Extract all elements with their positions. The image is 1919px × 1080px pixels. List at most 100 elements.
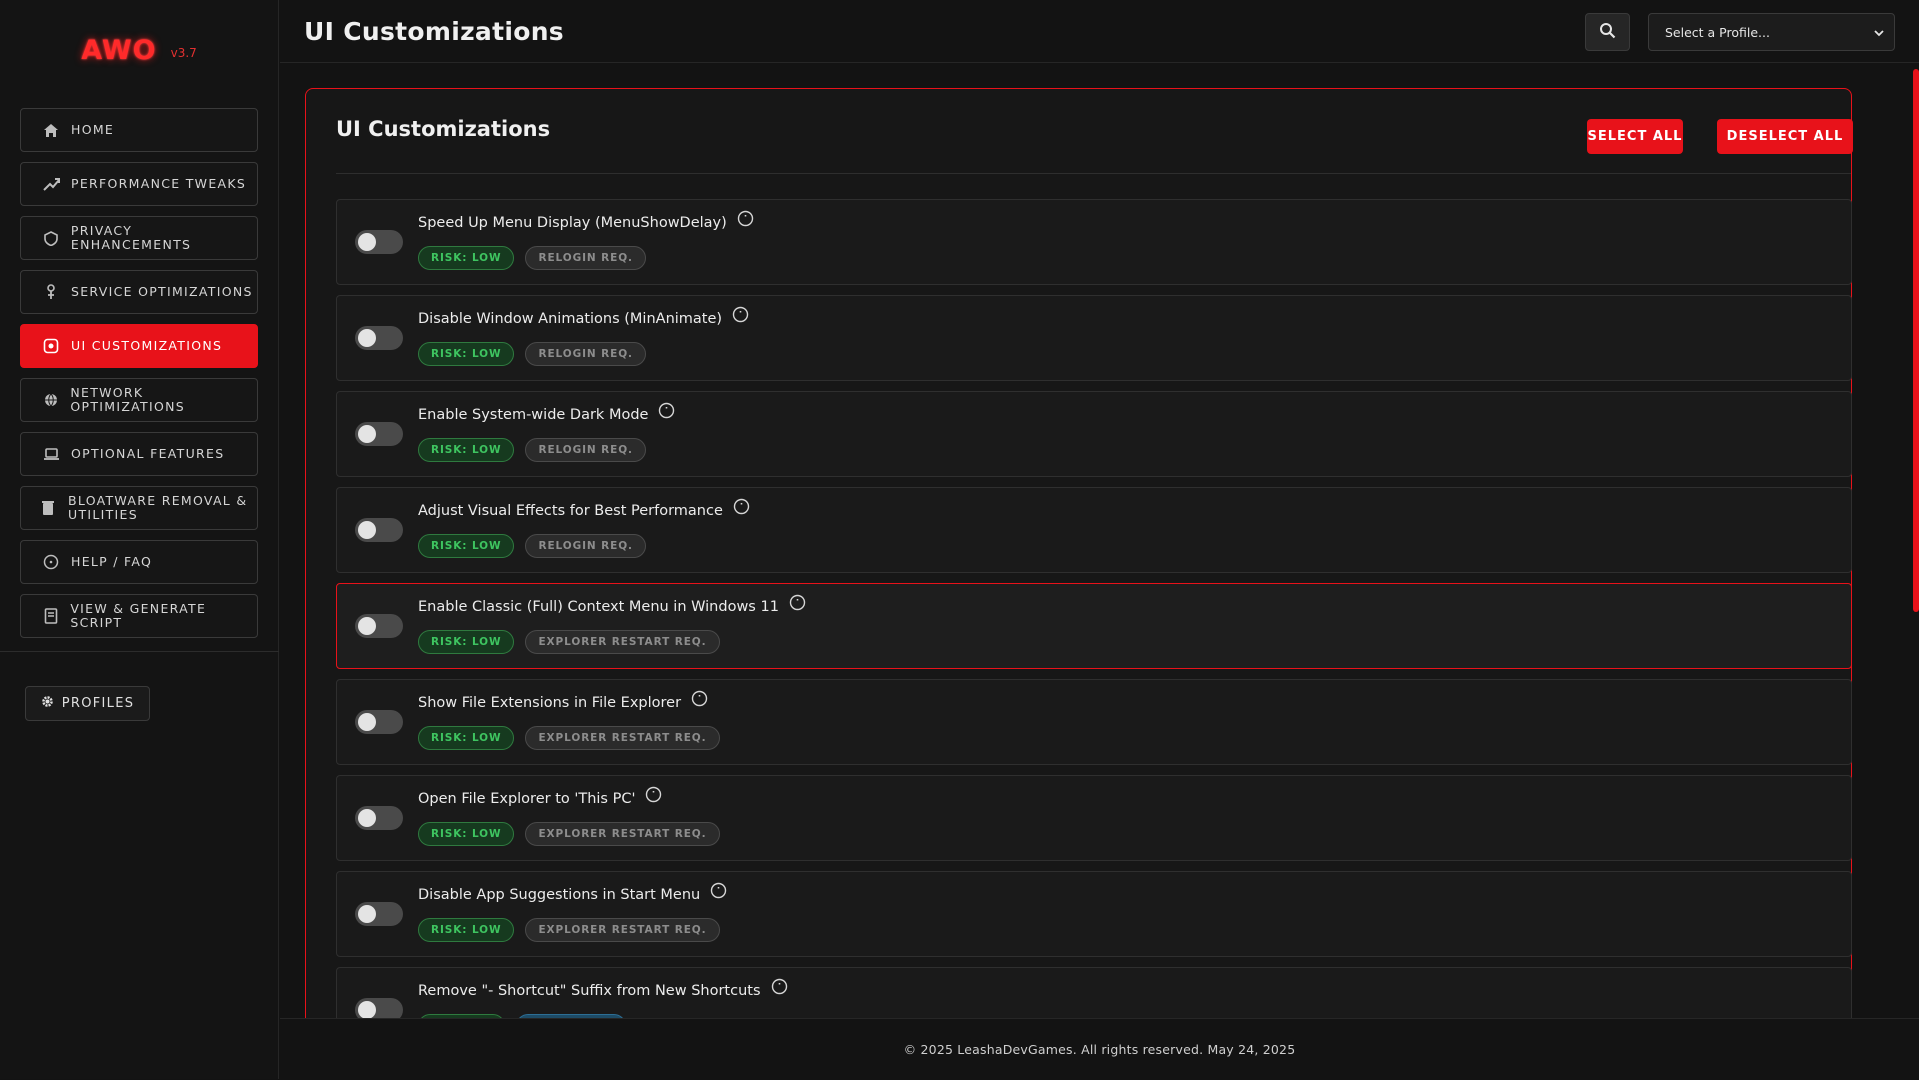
risk-badge: RISK: LOW <box>418 438 515 462</box>
tweak-title: Remove "- Shortcut" Suffix from New Shor… <box>418 978 788 999</box>
sidebar-item-label: OPTIONAL FEATURES <box>71 446 225 461</box>
risk-badge: RISK: LOW <box>418 630 515 654</box>
scrollbar-thumb[interactable] <box>1913 69 1919 612</box>
gear-icon <box>41 695 54 712</box>
tweak-title: Enable System-wide Dark Mode <box>418 402 675 423</box>
tweak-item: Open File Explorer to 'This PC' RISK: LO… <box>336 775 1852 861</box>
tweak-item: Speed Up Menu Display (MenuShowDelay) RI… <box>336 199 1852 285</box>
sidebar-item-ui-customizations[interactable]: UI CUSTOMIZATIONS <box>20 324 258 368</box>
profile-select[interactable]: Select a Profile... <box>1648 13 1895 51</box>
help-icon <box>41 553 61 571</box>
sidebar: AWO v3.7 HOME PERFORMANCE TWEAKS PRIVACY… <box>0 0 279 1079</box>
panel-divider <box>336 173 1851 174</box>
tweak-toggle[interactable] <box>355 230 403 254</box>
tweak-badges: RISK: LOW EXPLORER RESTART REQ. <box>418 726 720 750</box>
main-content: UI Customizations SELECT ALL DESELECT AL… <box>280 64 1919 1018</box>
info-icon[interactable] <box>789 594 806 615</box>
tweak-title: Adjust Visual Effects for Best Performan… <box>418 498 750 519</box>
requirement-badge: RELOGIN REQ. <box>525 342 646 366</box>
sidebar-item-help-faq[interactable]: HELP / FAQ <box>20 540 258 584</box>
sidebar-item-label: UI CUSTOMIZATIONS <box>71 338 223 353</box>
risk-badge: RISK: LOW <box>418 918 515 942</box>
app-version: v3.7 <box>170 46 197 60</box>
info-icon[interactable] <box>771 978 788 999</box>
tweak-toggle[interactable] <box>355 518 403 542</box>
risk-badge: RISK: LOW <box>418 726 515 750</box>
info-icon[interactable] <box>658 402 675 423</box>
tweak-toggle[interactable] <box>355 614 403 638</box>
sidebar-nav: HOME PERFORMANCE TWEAKS PRIVACY ENHANCEM… <box>0 100 278 638</box>
tweak-badges: RISK: LOW EXPLORER RESTART REQ. <box>418 630 720 654</box>
sidebar-item-label: HOME <box>71 122 115 137</box>
network-icon <box>41 391 60 409</box>
sidebar-item-label: NETWORK OPTIMIZATIONS <box>70 385 186 414</box>
info-icon[interactable] <box>737 210 754 231</box>
tweak-toggle[interactable] <box>355 710 403 734</box>
tweak-badges: RISK: LOW RELOGIN REQ. <box>418 342 646 366</box>
sidebar-item-service-optimizations[interactable]: SERVICE OPTIMIZATIONS <box>20 270 258 314</box>
requirement-badge: RELOGIN REQ. <box>525 246 646 270</box>
tweak-item: Disable Window Animations (MinAnimate) R… <box>336 295 1852 381</box>
sidebar-item-performance-tweaks[interactable]: PERFORMANCE TWEAKS <box>20 162 258 206</box>
info-icon[interactable] <box>733 498 750 519</box>
tweak-toggle[interactable] <box>355 806 403 830</box>
script-icon <box>41 607 60 625</box>
footer-text: © 2025 LeashaDevGames. All rights reserv… <box>903 1042 1296 1057</box>
ui-icon <box>41 337 61 355</box>
deselect-all-button[interactable]: DESELECT ALL <box>1717 119 1853 154</box>
sidebar-item-label: SERVICE OPTIMIZATIONS <box>71 284 253 299</box>
tweak-item: Enable Classic (Full) Context Menu in Wi… <box>336 583 1852 669</box>
search-icon <box>1599 22 1616 43</box>
sidebar-item-label: PRIVACY ENHANCEMENTS <box>70 223 192 252</box>
tweak-item: Adjust Visual Effects for Best Performan… <box>336 487 1852 573</box>
requirement-badge: EXPLORER RESTART REQ. <box>525 918 720 942</box>
privacy-icon <box>41 229 61 247</box>
panel-title: UI Customizations <box>336 117 551 141</box>
tweak-item: Remove "- Shortcut" Suffix from New Shor… <box>336 967 1852 1018</box>
sidebar-item-label: HELP / FAQ <box>71 554 153 569</box>
search-button[interactable] <box>1585 13 1630 51</box>
footer: © 2025 LeashaDevGames. All rights reserv… <box>280 1018 1919 1080</box>
risk-badge: RISK: LOW <box>418 534 515 558</box>
tweaks-panel: UI Customizations SELECT ALL DESELECT AL… <box>305 88 1853 1018</box>
tweak-toggle[interactable] <box>355 422 403 446</box>
trash-icon <box>38 499 58 517</box>
sidebar-divider <box>0 651 279 652</box>
sidebar-item-network-optimizations[interactable]: NETWORK OPTIMIZATIONS <box>20 378 258 422</box>
info-icon[interactable] <box>710 882 727 903</box>
tweak-toggle[interactable] <box>355 326 403 350</box>
tweak-badges: RISK: LOW EXPLORER RESTART REQ. <box>418 822 720 846</box>
sidebar-item-label: BLOATWARE REMOVAL & UTILITIES <box>68 493 248 522</box>
sidebar-item-privacy-enhancements[interactable]: PRIVACY ENHANCEMENTS <box>20 216 258 260</box>
tweak-title-text: Disable App Suggestions in Start Menu <box>418 887 701 903</box>
sidebar-item-label: VIEW & GENERATE SCRIPT <box>70 601 207 630</box>
top-header: UI Customizations Select a Profile... <box>280 0 1919 63</box>
tweak-toggle[interactable] <box>355 998 403 1018</box>
sidebar-item-view-generate-script[interactable]: VIEW & GENERATE SCRIPT <box>20 594 258 638</box>
requirement-badge: RELOGIN REQ. <box>525 534 646 558</box>
requirement-badge: RELOGIN REQ. <box>525 438 646 462</box>
profiles-button[interactable]: PROFILES <box>25 686 150 721</box>
tweak-title-text: Enable Classic (Full) Context Menu in Wi… <box>418 599 779 615</box>
info-icon[interactable] <box>732 306 749 327</box>
risk-badge: RISK: LOW <box>418 822 515 846</box>
tweak-title-text: Open File Explorer to 'This PC' <box>418 791 636 807</box>
tweak-title: Open File Explorer to 'This PC' <box>418 786 662 807</box>
tweak-title: Show File Extensions in File Explorer <box>418 690 708 711</box>
info-icon[interactable] <box>691 690 708 711</box>
tweak-item: Enable System-wide Dark Mode RISK: LOW R… <box>336 391 1852 477</box>
sidebar-item-home[interactable]: HOME <box>20 108 258 152</box>
info-icon[interactable] <box>645 786 662 807</box>
requirement-badge: EXPLORER RESTART REQ. <box>525 822 720 846</box>
tweak-badges: RISK: LOW RELOGIN REQ. <box>418 246 646 270</box>
tweak-title: Speed Up Menu Display (MenuShowDelay) <box>418 210 754 231</box>
sidebar-item-bloatware-removal[interactable]: BLOATWARE REMOVAL & UTILITIES <box>20 486 258 530</box>
tweak-title: Enable Classic (Full) Context Menu in Wi… <box>418 594 806 615</box>
tweak-title-text: Adjust Visual Effects for Best Performan… <box>418 503 723 519</box>
tweak-item: Disable App Suggestions in Start Menu RI… <box>336 871 1852 957</box>
sidebar-item-optional-features[interactable]: OPTIONAL FEATURES <box>20 432 258 476</box>
select-all-button[interactable]: SELECT ALL <box>1587 119 1683 154</box>
laptop-icon <box>41 445 61 463</box>
tweak-title-text: Remove "- Shortcut" Suffix from New Shor… <box>418 983 761 999</box>
tweak-toggle[interactable] <box>355 902 403 926</box>
